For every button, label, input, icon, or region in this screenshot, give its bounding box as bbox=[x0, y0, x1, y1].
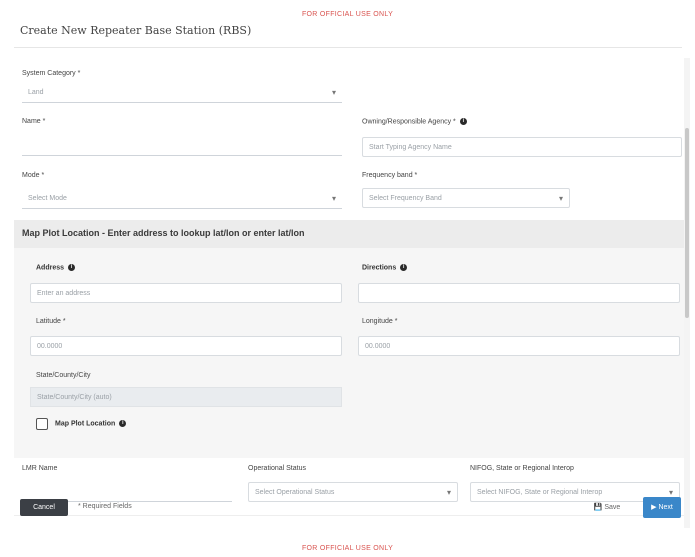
classification-banner-bottom: FOR OFFICIAL USE ONLY bbox=[301, 545, 394, 552]
map-plot-location-checkbox[interactable] bbox=[36, 418, 48, 430]
latitude-value: 00.0000 bbox=[37, 343, 63, 350]
system-category-select[interactable]: Land bbox=[22, 83, 342, 103]
address-label: Address i bbox=[36, 264, 76, 272]
owning-agency-label: Owning/Responsible Agency * i bbox=[362, 118, 467, 125]
system-category-value: Land bbox=[28, 89, 44, 96]
longitude-input[interactable]: 00.0000 bbox=[358, 336, 680, 356]
info-icon[interactable]: i bbox=[459, 118, 467, 125]
directions-label-text: Directions bbox=[362, 264, 397, 272]
latitude-label: Latitude * bbox=[36, 318, 66, 325]
directions-label: Directions i bbox=[362, 264, 408, 272]
mode-value: Select Mode bbox=[28, 195, 67, 202]
title-divider bbox=[14, 47, 682, 48]
info-icon[interactable]: i bbox=[400, 264, 408, 271]
cancel-button[interactable]: Cancel bbox=[20, 499, 68, 516]
map-plot-location-label: Map Plot Location i bbox=[55, 420, 127, 428]
mode-select[interactable]: Select Mode bbox=[22, 189, 342, 209]
frequency-band-value: Select Frequency Band bbox=[369, 195, 442, 202]
save-button[interactable]: 💾 Save bbox=[585, 499, 629, 516]
address-placeholder: Enter an address bbox=[37, 290, 91, 297]
operational-status-label: Operational Status bbox=[248, 465, 306, 472]
operational-status-select[interactable]: Select Operational Status bbox=[248, 482, 458, 502]
map-plot-location-label-text: Map Plot Location bbox=[55, 420, 116, 428]
scrollbar-thumb[interactable] bbox=[685, 128, 689, 318]
save-icon: 💾 bbox=[593, 504, 603, 511]
address-label-text: Address bbox=[36, 264, 65, 272]
next-label: Next bbox=[658, 504, 673, 511]
classification-banner-top: FOR OFFICIAL USE ONLY bbox=[301, 11, 394, 18]
lmr-name-label: LMR Name bbox=[22, 465, 58, 472]
info-icon[interactable]: i bbox=[119, 420, 127, 427]
nifog-label: NIFOG, State or Regional Interop bbox=[470, 465, 574, 472]
next-button[interactable]: ▶ Next bbox=[643, 497, 681, 518]
operational-status-value: Select Operational Status bbox=[255, 489, 335, 496]
info-icon[interactable]: i bbox=[68, 264, 76, 271]
frequency-band-select[interactable]: Select Frequency Band bbox=[362, 188, 570, 208]
latitude-input[interactable]: 00.0000 bbox=[30, 336, 342, 356]
next-icon: ▶ bbox=[651, 504, 657, 511]
state-county-value: State/County/City (auto) bbox=[37, 394, 112, 401]
scrollbar[interactable] bbox=[684, 58, 690, 528]
longitude-label: Longitude * bbox=[362, 318, 398, 325]
directions-input[interactable] bbox=[358, 283, 680, 303]
nifog-value: Select NIFOG, State or Regional Interop bbox=[477, 489, 603, 496]
system-category-label: System Category * bbox=[22, 70, 81, 77]
longitude-value: 00.0000 bbox=[365, 343, 391, 350]
owning-agency-input[interactable]: Start Typing Agency Name bbox=[362, 137, 682, 157]
page-title: Create New Repeater Base Station (RBS) bbox=[20, 24, 252, 37]
address-input[interactable]: Enter an address bbox=[30, 283, 342, 303]
save-label: Save bbox=[604, 504, 621, 511]
owning-agency-label-text: Owning/Responsible Agency * bbox=[362, 118, 456, 126]
mode-label: Mode * bbox=[22, 172, 45, 179]
name-label: Name * bbox=[22, 118, 46, 125]
footer-divider bbox=[14, 515, 684, 516]
required-fields-note: * Required Fields bbox=[78, 503, 132, 510]
frequency-band-label: Frequency band * bbox=[362, 172, 418, 179]
state-county-field: State/County/City (auto) bbox=[30, 387, 342, 407]
owning-agency-placeholder: Start Typing Agency Name bbox=[369, 144, 452, 151]
map-plot-section-title: Map Plot Location - Enter address to loo… bbox=[22, 228, 305, 238]
name-input[interactable] bbox=[22, 136, 342, 156]
state-county-label: State/County/City bbox=[36, 372, 91, 379]
